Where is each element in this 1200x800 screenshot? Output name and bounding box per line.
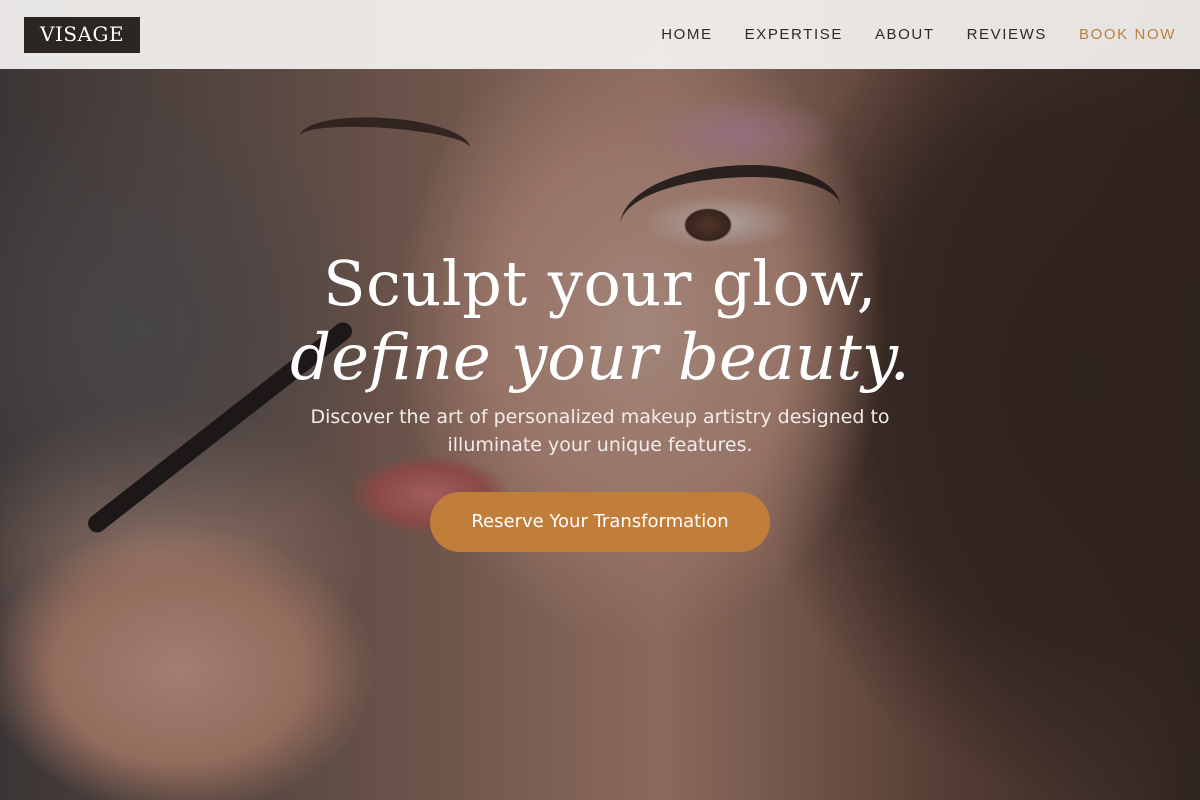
- hero-subtext: Discover the art of personalized makeup …: [310, 406, 890, 456]
- logo[interactable]: VISAGE: [24, 16, 141, 53]
- hero-headline-line1: Sculpt your glow,: [323, 247, 877, 320]
- nav-link-expertise[interactable]: EXPERTISE: [745, 26, 843, 43]
- nav-link-reviews[interactable]: REVIEWS: [967, 26, 1047, 43]
- landing-page: VISAGE HOME EXPERTISE ABOUT REVIEWS BOOK…: [0, 0, 1200, 800]
- nav-link-book-now[interactable]: BOOK NOW: [1079, 26, 1176, 43]
- reserve-button[interactable]: Reserve Your Transformation: [430, 492, 770, 552]
- main-nav: HOME EXPERTISE ABOUT REVIEWS BOOK NOW: [661, 26, 1176, 43]
- hero-section: Sculpt your glow, define your beauty. Di…: [0, 245, 1200, 552]
- nav-link-about[interactable]: ABOUT: [875, 26, 935, 43]
- nav-link-home[interactable]: HOME: [661, 26, 712, 43]
- hero-headline-line2: define your beauty.: [290, 321, 910, 395]
- site-header: VISAGE HOME EXPERTISE ABOUT REVIEWS BOOK…: [0, 0, 1200, 69]
